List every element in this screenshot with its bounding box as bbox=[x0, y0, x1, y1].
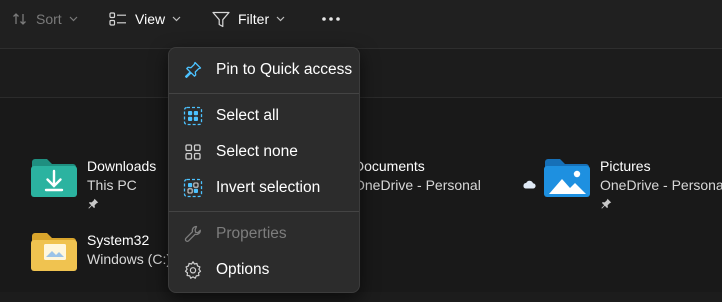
filter-label: Filter bbox=[238, 11, 270, 27]
menu-item-label: Select none bbox=[216, 143, 298, 160]
tile-name: Pictures bbox=[600, 158, 651, 174]
tile-name: Downloads bbox=[87, 158, 157, 174]
menu-item-invert-selection[interactable]: Invert selection bbox=[173, 171, 355, 205]
quick-access-pane: Downloads This PC Documents OneDrive - P… bbox=[0, 98, 722, 292]
menu-item-label: Properties bbox=[216, 225, 287, 242]
sort-icon bbox=[12, 11, 28, 27]
menu-item-pin-to-quick-access[interactable]: Pin to Quick access bbox=[173, 53, 355, 87]
menu-item-label: Invert selection bbox=[216, 179, 321, 196]
pinned-icon bbox=[88, 196, 99, 214]
pinned-icon bbox=[601, 196, 612, 214]
menu-item-properties[interactable]: Properties bbox=[173, 217, 355, 251]
menu-separator bbox=[169, 93, 359, 94]
menu-item-select-none[interactable]: Select none bbox=[173, 135, 355, 169]
menu-item-label: Pin to Quick access bbox=[216, 61, 353, 78]
gear-icon bbox=[181, 258, 205, 282]
menu-item-select-all[interactable]: Select all bbox=[173, 99, 355, 133]
cloud-icon bbox=[522, 176, 536, 194]
chevron-down-icon bbox=[276, 16, 285, 22]
filter-button[interactable]: Filter bbox=[212, 0, 285, 38]
command-bar: Sort View Filter bbox=[0, 0, 722, 49]
more-horizontal-icon bbox=[321, 16, 341, 22]
sort-label: Sort bbox=[36, 11, 62, 27]
tile-location: OneDrive - Personal bbox=[600, 177, 722, 193]
pictures-folder-icon bbox=[543, 158, 591, 203]
invert-selection-icon bbox=[181, 176, 205, 200]
select-none-icon bbox=[181, 140, 205, 164]
view-button[interactable]: View bbox=[109, 0, 181, 38]
menu-separator bbox=[169, 211, 359, 212]
see-more-menu: Pin to Quick access Select all Select no… bbox=[168, 47, 360, 293]
select-all-icon bbox=[181, 104, 205, 128]
menu-item-options[interactable]: Options bbox=[173, 253, 355, 287]
chevron-down-icon bbox=[69, 16, 78, 22]
filter-icon bbox=[212, 11, 230, 28]
downloads-folder-icon bbox=[30, 158, 78, 203]
chevron-down-icon bbox=[172, 16, 181, 22]
menu-item-label: Select all bbox=[216, 107, 279, 124]
view-label: View bbox=[135, 11, 166, 27]
tile-name: System32 bbox=[87, 232, 150, 248]
view-icon bbox=[109, 11, 127, 27]
tile-name: Documents bbox=[354, 158, 425, 174]
menu-item-label: Options bbox=[216, 261, 270, 278]
wrench-icon bbox=[181, 222, 205, 246]
folder-icon bbox=[30, 232, 78, 277]
tile-location: This PC bbox=[87, 177, 137, 193]
tile-location: OneDrive - Personal bbox=[354, 177, 481, 193]
pin-icon bbox=[181, 58, 205, 82]
see-more-button[interactable] bbox=[311, 0, 351, 38]
sort-button[interactable]: Sort bbox=[12, 0, 78, 38]
tile-pictures[interactable]: Pictures OneDrive - Personal bbox=[522, 158, 722, 228]
address-bar-area bbox=[0, 49, 722, 98]
